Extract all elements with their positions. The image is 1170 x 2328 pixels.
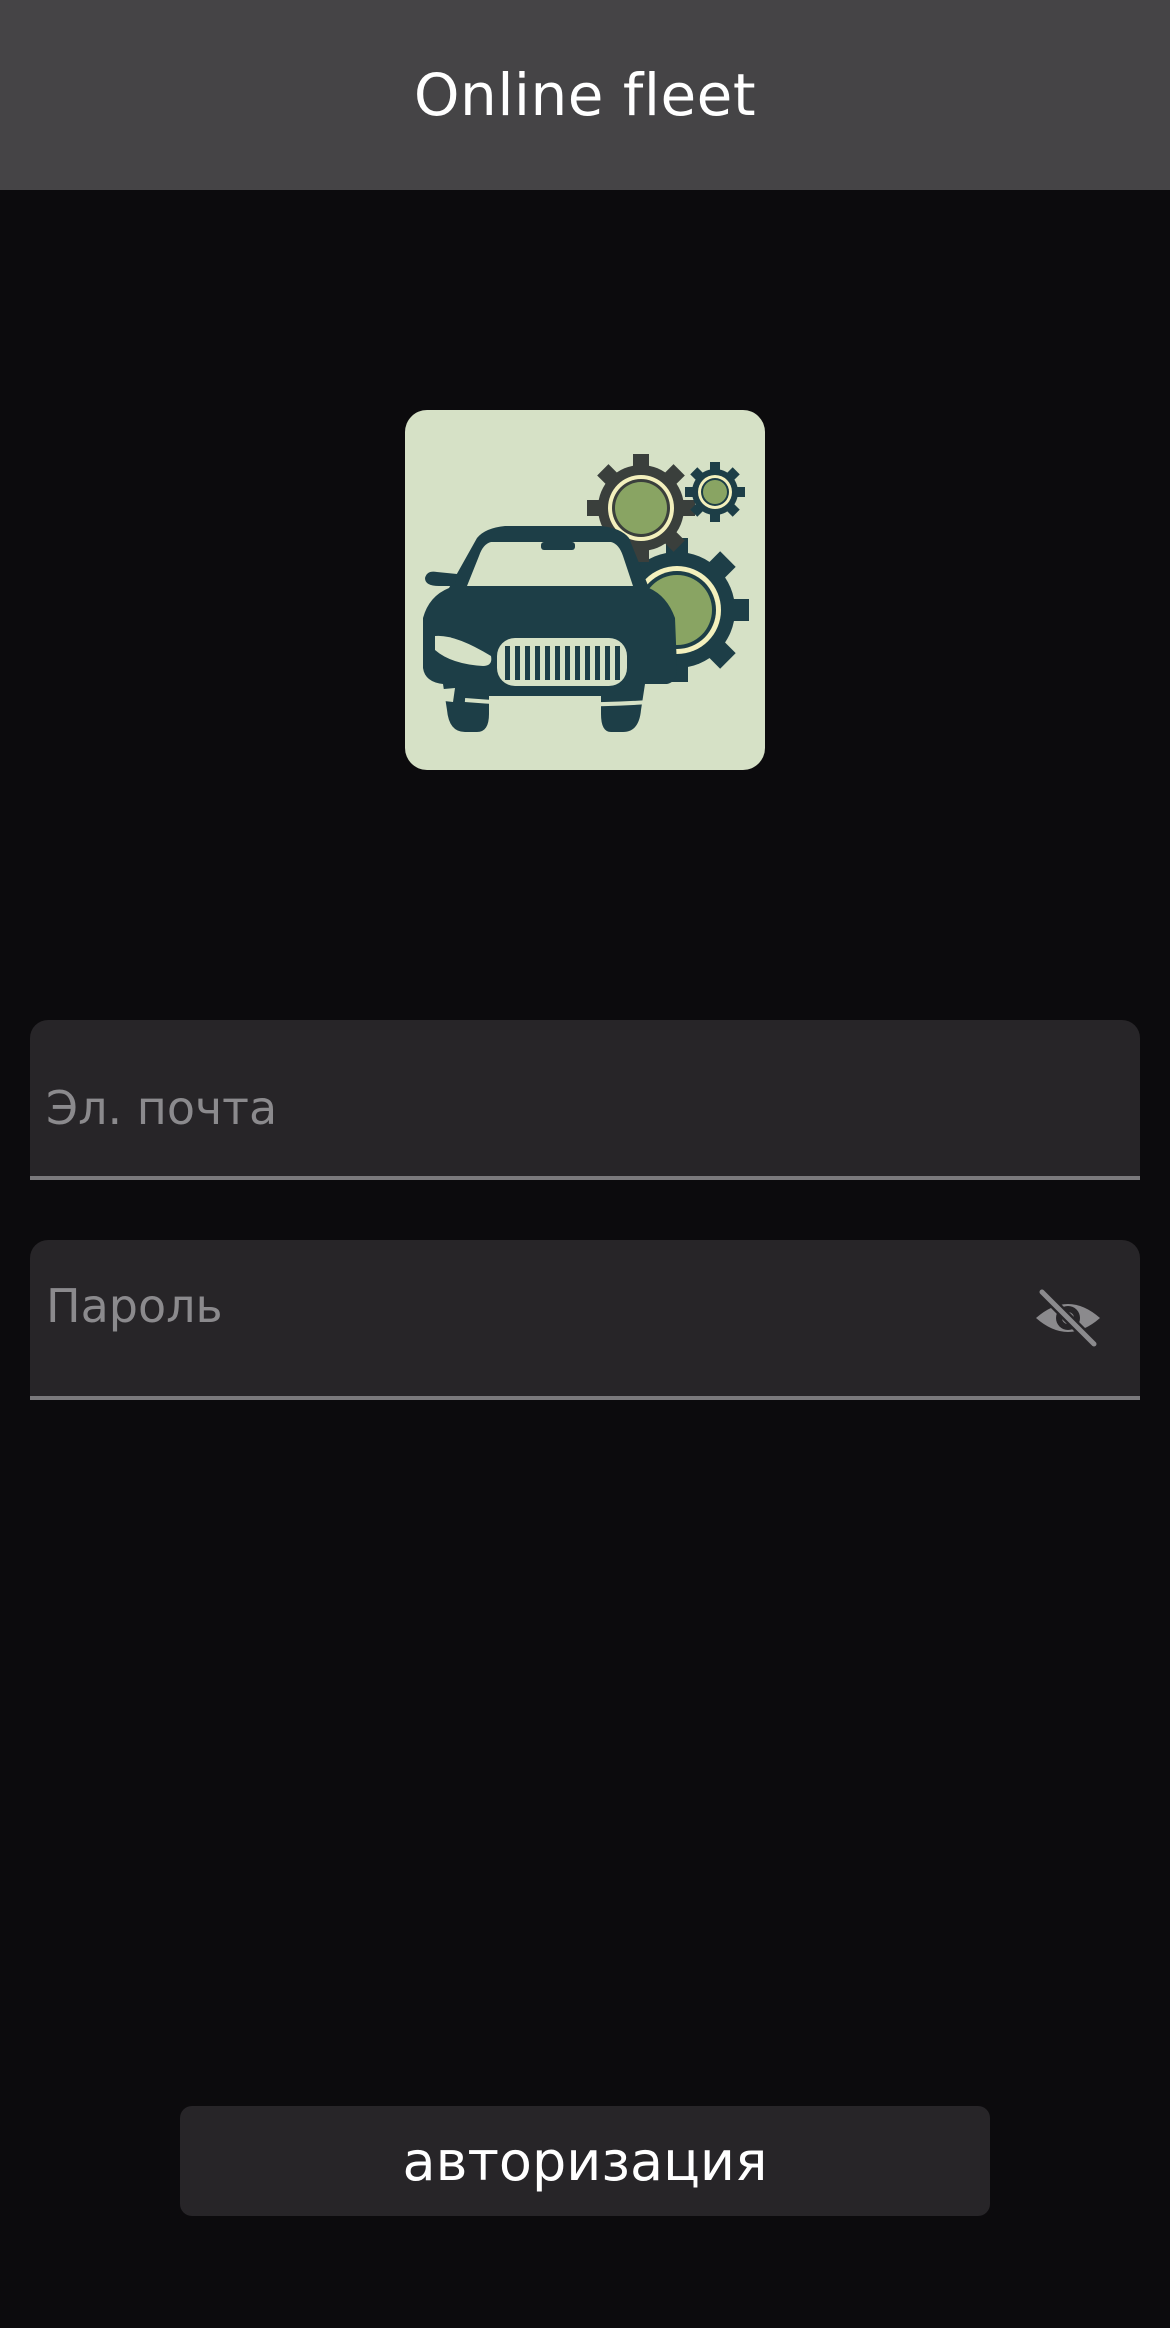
login-button[interactable]: авторизация <box>180 2106 990 2216</box>
app-title: Online fleet <box>413 61 757 129</box>
car-with-gears-icon <box>423 454 749 732</box>
eye-off-icon <box>1036 1287 1100 1349</box>
password-field[interactable] <box>30 1228 1140 1400</box>
email-input[interactable] <box>46 1030 1046 1186</box>
password-input[interactable] <box>46 1228 1046 1384</box>
app-header: Online fleet <box>0 0 1170 190</box>
app-logo <box>405 410 765 770</box>
email-field[interactable] <box>30 1020 1140 1186</box>
login-screen: Online fleet Эл. почта авторизация <box>0 0 1170 2328</box>
password-visibility-toggle[interactable] <box>1032 1286 1104 1350</box>
